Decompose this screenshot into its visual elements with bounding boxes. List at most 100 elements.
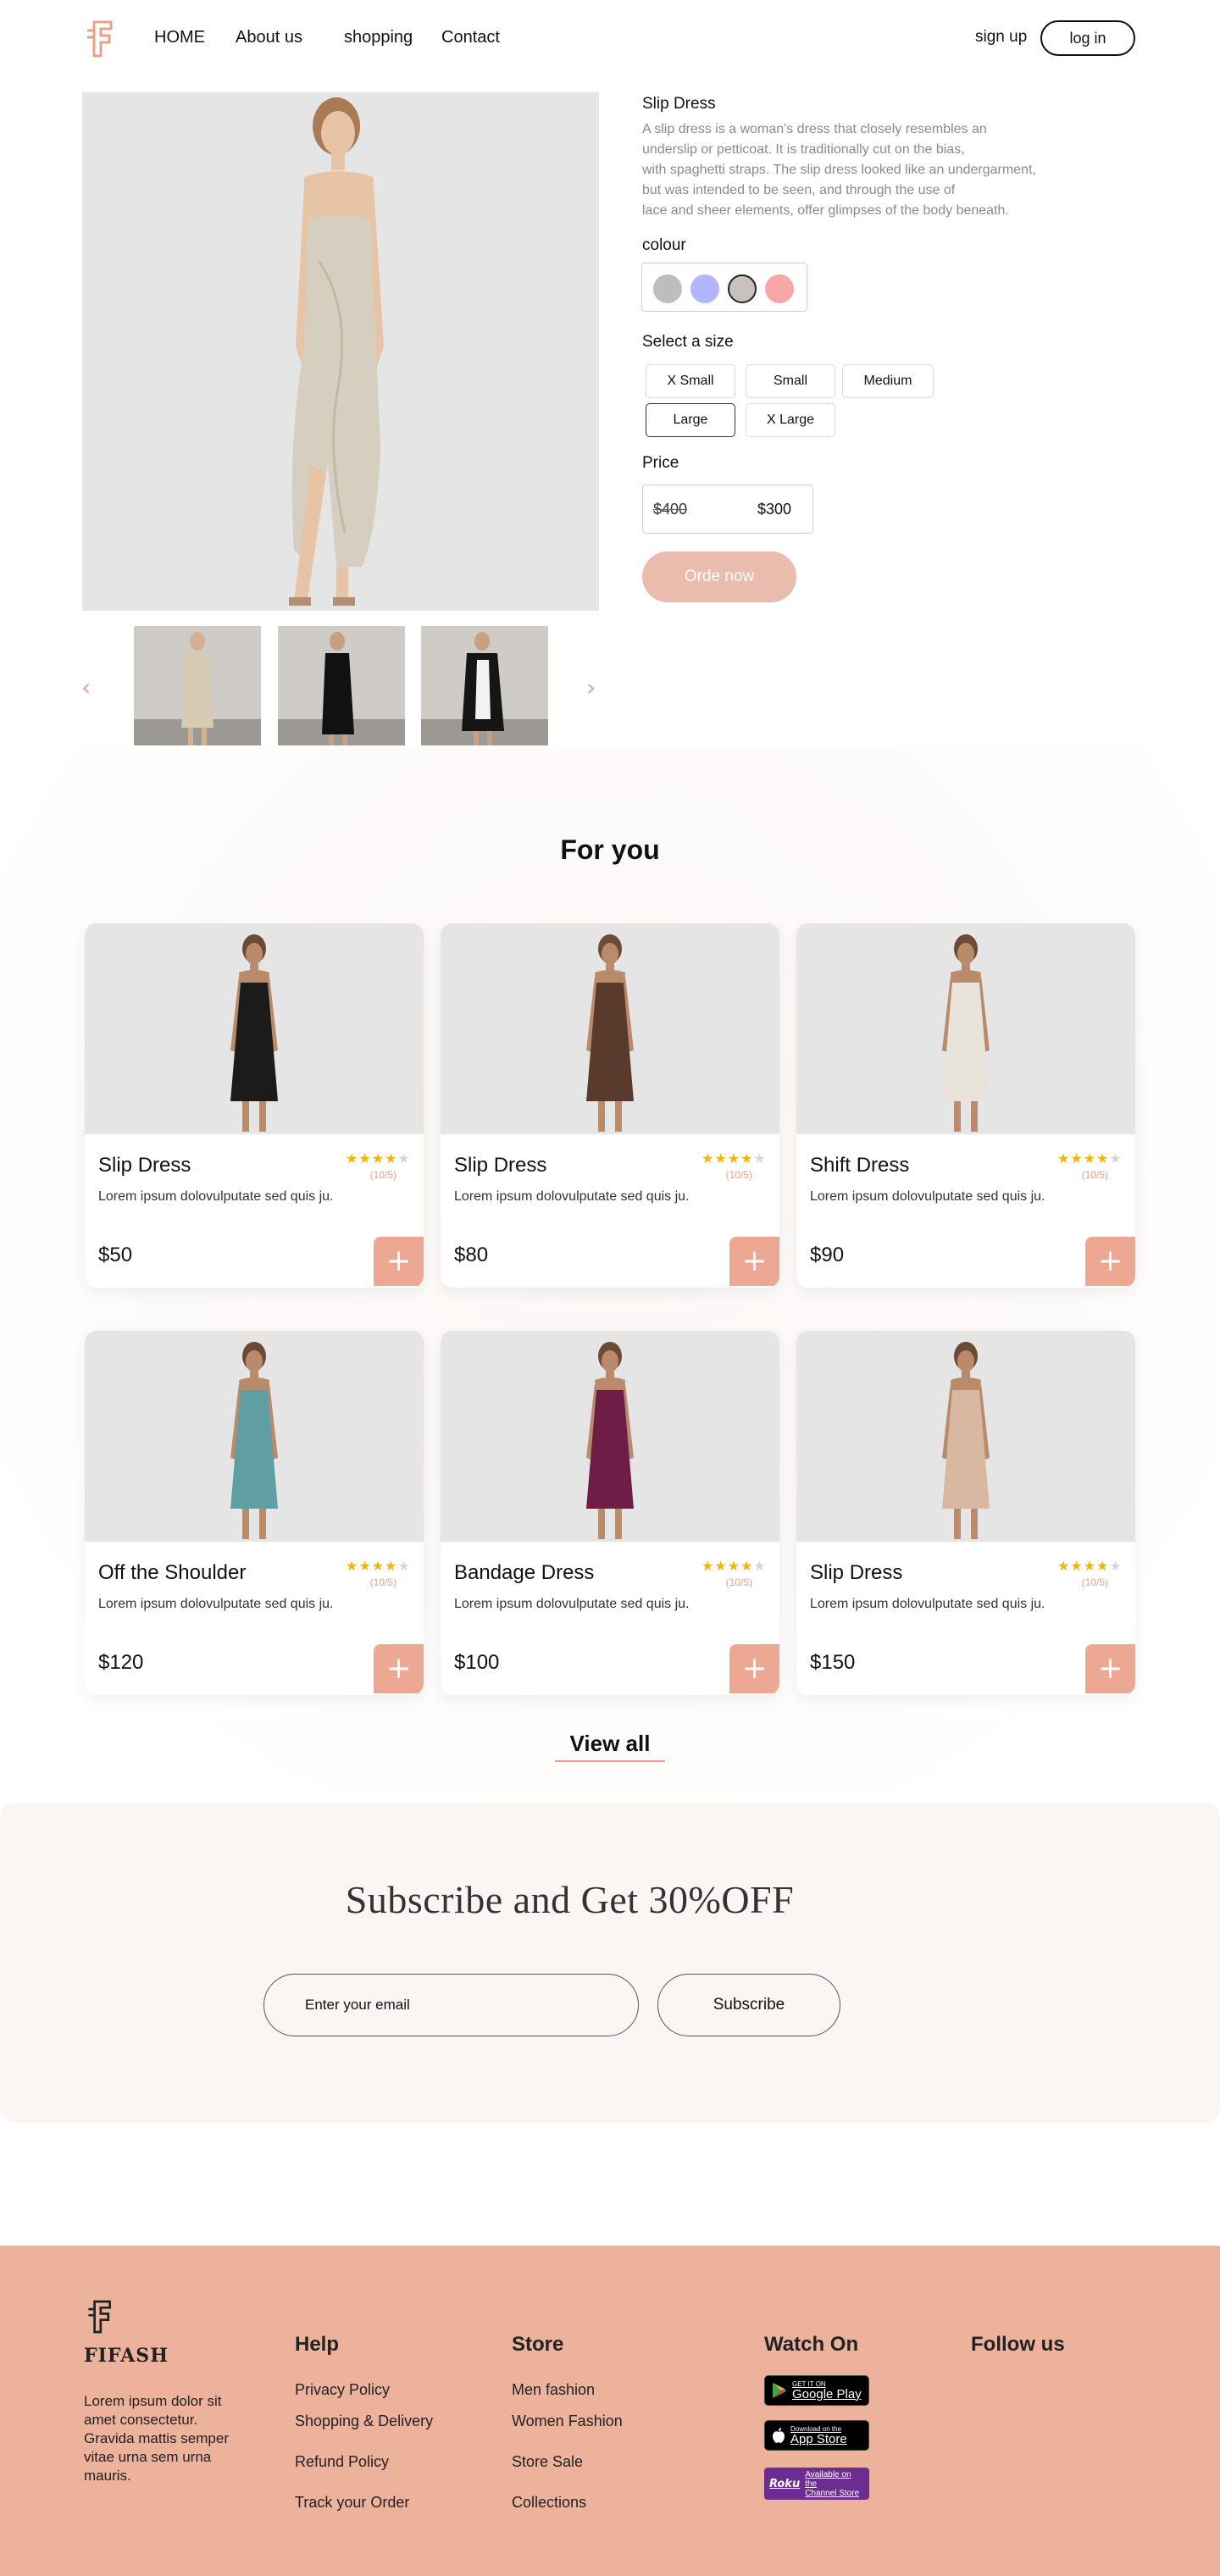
footer-help-heading: Help	[295, 2333, 340, 2356]
product-card-name[interactable]: Slip Dress	[810, 1561, 902, 1585]
product-card-image	[796, 1331, 1135, 1542]
product-card-price: $100	[454, 1651, 500, 1674]
model-figure-image	[85, 1331, 424, 1542]
size-small-button[interactable]: Small	[746, 364, 835, 398]
nav-home[interactable]: HOME	[154, 28, 205, 47]
product-card-description: Lorem ipsum dolovulputate sed quis ju.	[98, 1597, 334, 1611]
add-to-cart-plus-icon[interactable]: +	[1085, 1644, 1135, 1693]
price-box: $400 $300	[642, 485, 813, 534]
sign-up-link[interactable]: sign up	[975, 28, 1027, 47]
model-figure-image	[441, 923, 779, 1134]
gallery-thumbnail-1[interactable]	[134, 626, 261, 753]
for-you-title: For you	[560, 834, 660, 865]
google-play-badge[interactable]: GET IT ON Google Play	[764, 2375, 869, 2406]
product-card-rating: (10/5)	[725, 1169, 752, 1181]
model-figure-image	[796, 1331, 1135, 1542]
product-card-name[interactable]: Slip Dress	[98, 1154, 191, 1177]
product-card-name[interactable]: Shift Dress	[810, 1154, 909, 1177]
product-card-description: Lorem ipsum dolovulputate sed quis ju.	[454, 1597, 690, 1611]
product-card-name[interactable]: Slip Dress	[454, 1154, 546, 1177]
add-to-cart-plus-icon[interactable]: +	[729, 1644, 779, 1693]
model-figure-image	[796, 923, 1135, 1134]
footer-link-track-order[interactable]: Track your Order	[295, 2494, 409, 2512]
product-card[interactable]: Shift Dress ★★★★★ (10/5) Lorem ipsum dolovu…	[796, 923, 1135, 1288]
size-large-button[interactable]: Large	[646, 403, 735, 437]
thumbnail-image	[134, 626, 261, 753]
google-play-big-text: Google Play	[792, 2386, 862, 2401]
site-footer: FIFASH Lorem ipsum dolor sit amet consec…	[0, 2246, 1220, 2576]
brand-logo-icon[interactable]	[82, 19, 116, 59]
product-card-rating: (10/5)	[1081, 1576, 1108, 1588]
product-card-image	[796, 923, 1135, 1134]
size-medium-button[interactable]: Medium	[842, 364, 934, 398]
product-card-price: $80	[454, 1244, 489, 1266]
product-card-description: Lorem ipsum dolovulputate sed quis ju.	[98, 1189, 334, 1204]
colour-swatch-pink[interactable]	[765, 274, 794, 303]
gallery-next-chevron-icon[interactable]: ›	[586, 673, 596, 701]
new-price: $300	[757, 501, 792, 518]
product-card[interactable]: Bandage Dress ★★★★★ (10/5) Lorem ipsum dolo…	[441, 1331, 779, 1695]
thumbnail-image	[421, 626, 548, 753]
subscribe-title: Subscribe and Get 30%OFF	[345, 1878, 795, 1921]
product-card-name[interactable]: Off the Shoulder	[98, 1561, 246, 1585]
app-store-badge[interactable]: Download on the App Store	[764, 2420, 869, 2451]
star-rating-icon: ★★★★★	[702, 1150, 767, 1166]
model-figure-image	[441, 1331, 779, 1542]
apple-icon	[773, 2428, 785, 2443]
roku-brand: Roku	[769, 2477, 801, 2490]
product-card-image	[441, 1331, 779, 1542]
product-card[interactable]: Slip Dress ★★★★★ (10/5) Lorem ipsum dolovul…	[85, 923, 424, 1288]
footer-link-collections[interactable]: Collections	[512, 2494, 586, 2512]
nav-contact[interactable]: Contact	[441, 28, 500, 47]
product-title: Slip Dress	[642, 95, 716, 113]
gallery-prev-chevron-icon[interactable]: ‹	[81, 673, 91, 701]
footer-brand-name: FIFASH	[84, 2345, 169, 2367]
colour-swatch-lavender[interactable]	[690, 274, 719, 303]
add-to-cart-plus-icon[interactable]: +	[374, 1237, 424, 1286]
product-card-price: $90	[810, 1244, 845, 1266]
size-x-small-button[interactable]: X Small	[646, 364, 735, 398]
colour-label: colour	[642, 236, 686, 254]
footer-link-shopping-delivery[interactable]: Shopping & Delivery	[295, 2413, 433, 2430]
order-now-button[interactable]: Orde now	[642, 551, 796, 602]
footer-link-men-fashion[interactable]: Men fashion	[512, 2381, 595, 2399]
product-card-price: $150	[810, 1651, 856, 1674]
product-card[interactable]: Off the Shoulder ★★★★★ (10/5) Lorem ipsum d…	[85, 1331, 424, 1695]
thumbnail-image	[278, 626, 405, 753]
product-card-image	[85, 1331, 424, 1542]
colour-swatch-taupe-selected[interactable]	[728, 274, 757, 303]
gallery-thumbnail-3[interactable]	[421, 626, 548, 753]
nav-about[interactable]: About us	[236, 28, 302, 47]
footer-link-refund-policy[interactable]: Refund Policy	[295, 2453, 389, 2471]
model-figure-image	[82, 92, 599, 611]
subscribe-section: Subscribe and Get 30%OFF Subscribe	[0, 1803, 1220, 2123]
product-card-price: $120	[98, 1651, 144, 1674]
add-to-cart-plus-icon[interactable]: +	[1085, 1237, 1135, 1286]
log-in-button[interactable]: log in	[1040, 20, 1135, 56]
footer-follow-heading: Follow us	[971, 2333, 1065, 2356]
product-card-rating: (10/5)	[725, 1576, 752, 1588]
footer-link-privacy-policy[interactable]: Privacy Policy	[295, 2381, 390, 2399]
subscribe-email-input[interactable]	[263, 1974, 639, 2036]
roku-channel-badge[interactable]: Roku Available on the Channel Store	[764, 2468, 869, 2500]
footer-blurb: Lorem ipsum dolor sit amet consectetur. …	[84, 2393, 229, 2484]
product-card-description: Lorem ipsum dolovulputate sed quis ju.	[810, 1597, 1045, 1611]
site-header: HOME About us shopping Contact sign up l…	[0, 0, 1220, 76]
footer-link-store-sale[interactable]: Store Sale	[512, 2453, 583, 2471]
size-x-large-button[interactable]: X Large	[746, 403, 835, 437]
add-to-cart-plus-icon[interactable]: +	[729, 1237, 779, 1286]
product-card-name[interactable]: Bandage Dress	[454, 1561, 594, 1585]
subscribe-button[interactable]: Subscribe	[657, 1974, 840, 2036]
add-to-cart-plus-icon[interactable]: +	[374, 1644, 424, 1693]
product-card-rating: (10/5)	[369, 1169, 396, 1181]
old-price: $400	[653, 501, 688, 518]
nav-shopping[interactable]: shopping	[344, 28, 413, 47]
size-label: Select a size	[642, 333, 734, 351]
product-card[interactable]: Slip Dress ★★★★★ (10/5) Lorem ipsum dolovul…	[441, 923, 779, 1288]
gallery-thumbnail-2[interactable]	[278, 626, 405, 753]
view-all-link[interactable]: View all	[555, 1731, 665, 1762]
footer-link-women-fashion[interactable]: Women Fashion	[512, 2413, 623, 2430]
product-card[interactable]: Slip Dress ★★★★★ (10/5) Lorem ipsum dolovul…	[796, 1331, 1135, 1695]
colour-swatch-grey[interactable]	[653, 274, 682, 303]
product-card-description: Lorem ipsum dolovulputate sed quis ju.	[454, 1189, 690, 1204]
